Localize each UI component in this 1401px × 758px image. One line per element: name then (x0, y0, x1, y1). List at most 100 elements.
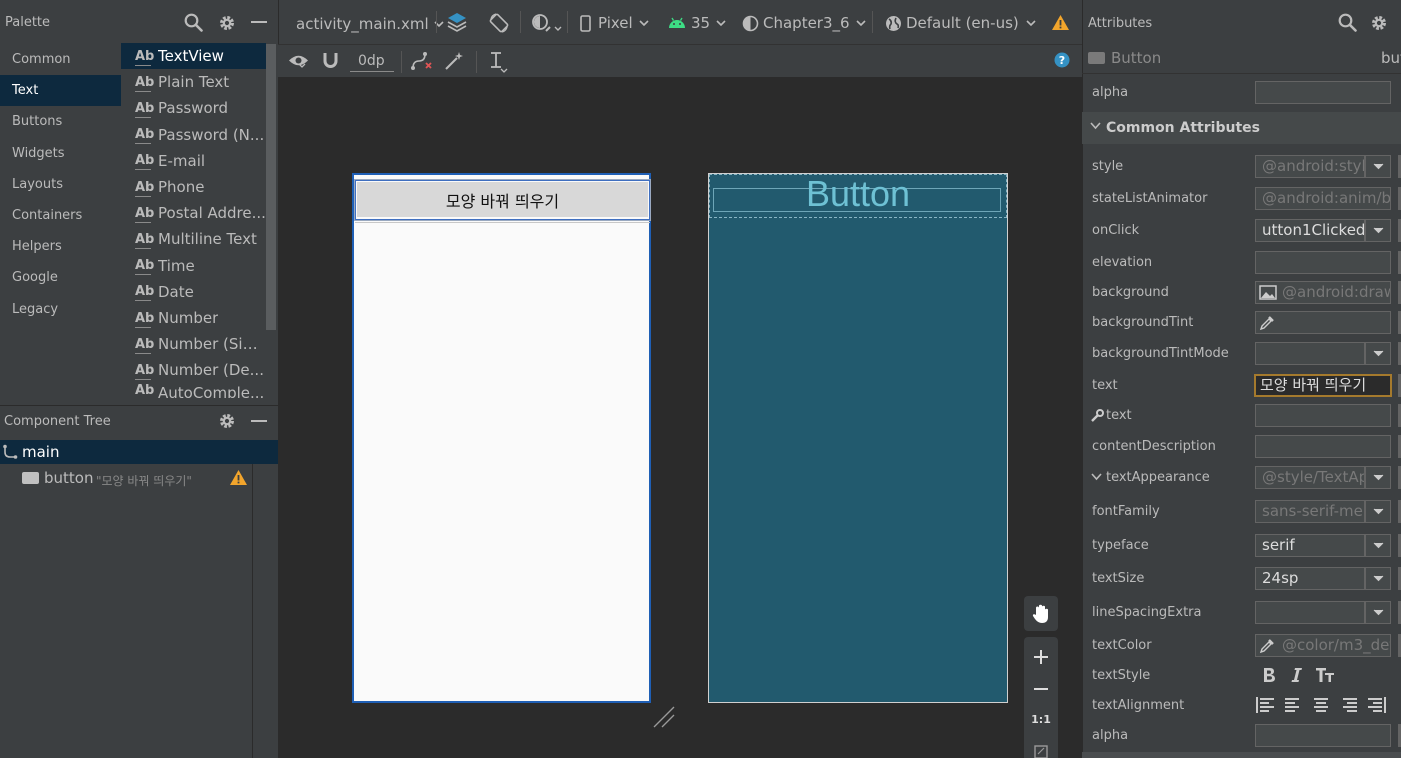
attributes-scrollbar[interactable] (1082, 752, 1401, 758)
file-selector[interactable]: activity_main.xml (296, 15, 444, 33)
attr-field-fontfamily[interactable]: sans-serif-me (1255, 500, 1365, 523)
pan-button[interactable] (1024, 596, 1058, 631)
common-attributes-header[interactable]: Common Attributes (1082, 112, 1401, 144)
rotate-icon[interactable] (488, 12, 510, 34)
design-surface[interactable]: 모양 바꿔 띄우기 (352, 173, 651, 703)
default-margin-selector[interactable]: 0dp (350, 53, 394, 72)
gear-icon[interactable] (1370, 14, 1388, 32)
layers-icon[interactable] (446, 11, 468, 33)
dropdown-button[interactable] (1365, 219, 1391, 242)
dropdown-button[interactable] (1365, 567, 1391, 590)
palette-category-buttons[interactable]: Buttons (0, 106, 121, 137)
palette-item[interactable]: Ab Number (Sig... (121, 331, 266, 357)
palette-category-common[interactable]: Common (0, 44, 121, 75)
design-button[interactable]: 모양 바꿔 띄우기 (357, 182, 648, 217)
palette-item[interactable]: Ab Plain Text (121, 69, 266, 95)
tree-item-button[interactable]: button "모양 바꿔 띄우기" (0, 466, 252, 490)
chevron-down-icon[interactable] (554, 26, 562, 32)
attr-field-onclick[interactable]: utton1Clicked (1255, 219, 1365, 242)
attr-field-backgroundtintmode[interactable] (1255, 342, 1365, 365)
dropdown-button[interactable] (1365, 534, 1391, 557)
api-selector[interactable]: 35 (668, 14, 726, 32)
blueprint-surface[interactable]: Button (708, 173, 1008, 703)
eyedropper-icon[interactable] (1259, 315, 1275, 331)
dropdown-button[interactable] (1365, 601, 1391, 624)
magnet-icon[interactable] (322, 52, 339, 69)
palette-item[interactable]: Ab Multiline Text (121, 226, 266, 252)
search-icon[interactable] (1338, 13, 1357, 32)
palette-category-containers[interactable]: Containers (0, 200, 121, 231)
palette-item[interactable]: Ab TextView (121, 43, 266, 69)
palette-item[interactable]: Ab Password (121, 95, 266, 121)
tree-item-main[interactable]: main (0, 440, 278, 464)
palette-category-legacy[interactable]: Legacy (0, 294, 121, 325)
locale-selector[interactable]: Default (en-us) (885, 14, 1036, 32)
palette-item[interactable]: Ab E-mail (121, 148, 266, 174)
palette-item[interactable]: Ab AutoComple... (121, 384, 266, 398)
gear-icon[interactable] (218, 14, 236, 32)
resize-handle-icon[interactable] (652, 705, 676, 729)
align-center-icon[interactable] (1312, 696, 1330, 714)
zoom-out-icon[interactable] (1034, 688, 1048, 690)
blueprint-button[interactable]: Button (709, 173, 1007, 214)
minimize-icon[interactable] (251, 420, 267, 422)
attr-field-textcolor[interactable]: @color/m3_defa (1255, 634, 1391, 657)
zoom-actual-size-button[interactable]: 1:1 (1024, 713, 1058, 726)
align-right-icon[interactable] (1340, 696, 1358, 714)
zoom-in-icon[interactable] (1034, 650, 1048, 664)
dropdown-button[interactable] (1365, 155, 1391, 178)
palette-item[interactable]: Ab Phone (121, 174, 266, 200)
palette-item[interactable]: Ab Time (121, 253, 266, 279)
gear-icon[interactable] (218, 412, 236, 430)
bold-icon[interactable] (1258, 664, 1280, 686)
alpha-field[interactable] (1255, 81, 1391, 104)
palette-category-widgets[interactable]: Widgets (0, 138, 121, 169)
search-icon[interactable] (184, 13, 203, 32)
attr-field-statelistanimator[interactable]: @android:anim/bu (1255, 187, 1391, 210)
warning-icon[interactable] (1051, 14, 1070, 31)
design-canvas[interactable]: 모양 바꿔 띄우기 Button 1:1 (278, 77, 1082, 758)
attr-field-textsize[interactable]: 24sp (1255, 567, 1365, 590)
palette-category-helpers[interactable]: Helpers (0, 231, 121, 262)
align-end-icon[interactable] (1368, 696, 1386, 714)
attr-field-elevation[interactable] (1255, 251, 1391, 274)
palette-category-layouts[interactable]: Layouts (0, 169, 121, 200)
night-mode-icon[interactable] (531, 13, 553, 33)
dropdown-button[interactable] (1365, 342, 1391, 365)
help-icon[interactable]: ? (1054, 52, 1070, 68)
minimize-icon[interactable] (251, 21, 267, 23)
align-left-icon[interactable] (1284, 696, 1302, 714)
attr-field-backgroundtint[interactable] (1255, 311, 1391, 334)
align-start-icon[interactable] (1256, 696, 1274, 714)
clear-constraints-icon[interactable] (411, 51, 433, 71)
dropdown-button[interactable] (1365, 500, 1391, 523)
palette-category-google[interactable]: Google (0, 262, 121, 293)
zoom-fit-icon[interactable] (1034, 745, 1048, 758)
dropdown-button[interactable] (1365, 466, 1391, 489)
all-caps-icon[interactable] (1314, 664, 1336, 686)
palette-item[interactable]: Ab Password (N... (121, 122, 266, 148)
baseline-align-icon[interactable] (488, 51, 508, 73)
palette-item[interactable]: Ab Number (121, 305, 266, 331)
attr-field-text[interactable] (1255, 404, 1391, 427)
attr-field-contentdescription[interactable] (1255, 435, 1391, 458)
palette-category-text[interactable]: Text (0, 75, 121, 107)
magic-wand-icon[interactable] (444, 51, 464, 71)
palette-item[interactable]: Ab Postal Addre... (121, 200, 266, 226)
attr-field-text[interactable]: 모양 바꿔 띄우기 (1254, 374, 1392, 397)
chevron-down-icon[interactable] (1091, 473, 1102, 481)
theme-selector[interactable]: Chapter3_6 (742, 14, 866, 32)
attr-field-linespacingextra[interactable] (1255, 601, 1365, 624)
italic-icon[interactable] (1286, 664, 1308, 686)
image-icon[interactable] (1259, 285, 1277, 300)
attr-field-alpha[interactable] (1255, 724, 1391, 747)
palette-scrollbar[interactable] (266, 44, 276, 330)
device-selector[interactable]: Pixel (580, 14, 649, 32)
attr-field-style[interactable]: @android:style (1255, 155, 1365, 178)
attr-field-background[interactable]: @android:drawa (1255, 281, 1391, 304)
palette-item[interactable]: Ab Date (121, 279, 266, 305)
eyedropper-icon[interactable] (1259, 638, 1275, 654)
warning-icon[interactable] (229, 469, 248, 486)
attr-field-textappearance[interactable]: @style/TextAp (1255, 466, 1365, 489)
palette-item[interactable]: Ab Number (De... (121, 357, 266, 383)
